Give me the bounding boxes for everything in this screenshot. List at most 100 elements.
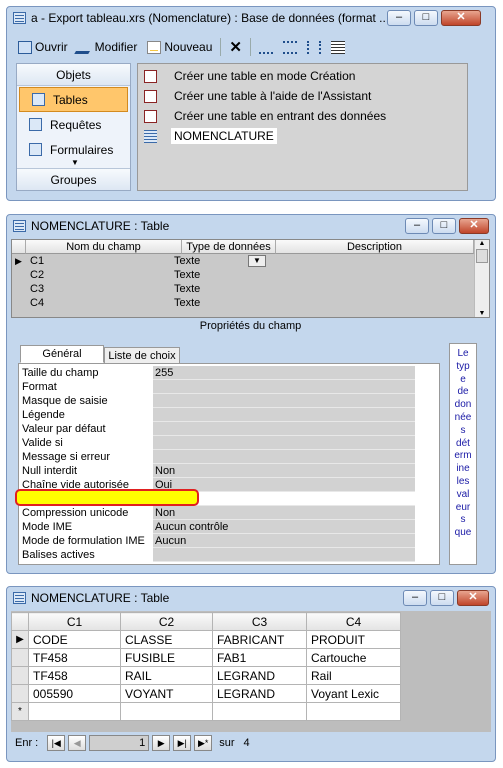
property-row[interactable]: Mode IME Aucun contrôle — [19, 520, 415, 534]
maximize-button[interactable]: □ — [432, 218, 456, 234]
table-row[interactable]: ▶ CODE CLASSE FABRICANT PRODUIT — [11, 630, 401, 649]
maximize-button[interactable]: □ — [414, 10, 438, 26]
close-button[interactable]: ✕ — [441, 10, 481, 26]
first-record-icon[interactable]: |◀ — [47, 735, 66, 751]
property-row[interactable]: Valide si — [19, 436, 415, 450]
table-cell[interactable]: TF458 — [28, 666, 121, 685]
property-value-field[interactable]: Aucun — [153, 534, 415, 548]
table-row[interactable]: TF458 FUSIBLE FAB1 Cartouche — [11, 648, 401, 667]
objects-item-queries[interactable]: Requêtes — [17, 112, 130, 137]
list-item-nomenclature[interactable]: NOMENCLATURE — [138, 126, 467, 146]
table-cell[interactable]: CLASSE — [120, 630, 213, 649]
data-type-cell[interactable]: Texte — [174, 254, 200, 268]
property-value-field[interactable] — [153, 422, 415, 436]
minimize-button[interactable]: – — [387, 10, 411, 26]
list-item-create-entry[interactable]: Créer une table en entrant des données — [138, 106, 467, 126]
table-row[interactable]: 005590 VOYANT LEGRAND Voyant Lexic — [11, 684, 401, 703]
row-selector[interactable] — [11, 684, 29, 703]
column-header-description[interactable]: Description — [276, 240, 474, 254]
property-value-field[interactable] — [153, 548, 415, 562]
property-value-field[interactable] — [153, 408, 415, 422]
current-record-field[interactable]: 1 — [89, 735, 150, 751]
list-view-button[interactable] — [305, 40, 323, 54]
table-row[interactable]: TF458 RAIL LEGRAND Rail — [11, 666, 401, 685]
table-cell[interactable]: LEGRAND — [212, 684, 307, 703]
row-selector[interactable]: ▶ — [11, 630, 29, 649]
objects-item-tables[interactable]: Tables — [19, 87, 128, 112]
property-row[interactable]: Masque de saisie — [19, 394, 415, 408]
maximize-button[interactable]: □ — [430, 590, 454, 606]
property-value-field[interactable] — [153, 450, 415, 464]
list-item-create-wizard[interactable]: Créer une table à l'aide de l'Assistant — [138, 86, 467, 106]
data-type-cell[interactable]: Texte — [174, 296, 200, 310]
field-row[interactable]: ▶ C1 Texte ▼ — [12, 254, 489, 268]
scroll-down-icon[interactable]: ▼ — [71, 158, 79, 167]
small-icons-button[interactable] — [281, 40, 299, 54]
field-row[interactable]: C4 Texte — [12, 296, 489, 310]
field-row[interactable]: C3 Texte — [12, 282, 489, 296]
close-button[interactable]: ✕ — [459, 218, 489, 234]
close-button[interactable]: ✕ — [457, 590, 489, 606]
minimize-button[interactable]: – — [405, 218, 429, 234]
property-value-field[interactable]: Non — [153, 464, 415, 478]
new-record-icon[interactable]: ▶* — [194, 735, 213, 751]
table-cell[interactable] — [120, 702, 213, 721]
property-row[interactable]: Taille du champ 255 — [19, 366, 415, 380]
field-name-cell[interactable]: C4 — [30, 296, 44, 310]
field-name-cell[interactable]: C1 — [30, 254, 44, 268]
select-all-corner[interactable] — [11, 612, 29, 631]
property-value-field[interactable]: 255 — [153, 366, 415, 380]
large-icons-button[interactable] — [257, 41, 275, 54]
field-name-cell[interactable]: C2 — [30, 268, 44, 282]
table-cell[interactable]: Rail — [306, 666, 401, 685]
column-header[interactable]: C3 — [212, 612, 307, 631]
property-row[interactable]: Légende — [19, 408, 415, 422]
column-header[interactable]: C4 — [306, 612, 401, 631]
column-header-field-name[interactable]: Nom du champ — [26, 240, 182, 254]
table-cell[interactable]: TF458 — [28, 648, 121, 667]
table-cell[interactable]: VOYANT — [120, 684, 213, 703]
field-name-cell[interactable]: C3 — [30, 282, 44, 296]
property-row[interactable]: Compression unicode Non — [19, 506, 415, 520]
column-header[interactable]: C2 — [120, 612, 213, 631]
data-type-cell[interactable]: Texte — [174, 282, 200, 296]
minimize-button[interactable]: – — [403, 590, 427, 606]
property-value-field[interactable] — [153, 394, 415, 408]
row-selector[interactable] — [11, 666, 29, 685]
details-view-button[interactable] — [329, 40, 347, 54]
table-cell[interactable]: FUSIBLE — [120, 648, 213, 667]
next-record-icon[interactable]: ▶ — [152, 735, 171, 751]
table-cell[interactable] — [306, 702, 401, 721]
property-value-field[interactable] — [153, 380, 415, 394]
property-row[interactable]: Mode de formulation IME Aucun — [19, 534, 415, 548]
tab-general[interactable]: Général — [20, 345, 104, 363]
new-button[interactable]: Nouveau — [145, 40, 214, 54]
property-value-field[interactable]: Non — [153, 506, 415, 520]
table-cell[interactable] — [28, 702, 121, 721]
property-value-field[interactable]: Aucun contrôle — [153, 520, 415, 534]
table-cell[interactable]: Voyant Lexic — [306, 684, 401, 703]
groups-header[interactable]: Groupes — [17, 168, 130, 190]
table-cell[interactable]: Cartouche — [306, 648, 401, 667]
scroll-up-icon[interactable]: ▲ — [475, 240, 489, 247]
column-header-data-type[interactable]: Type de données — [182, 240, 276, 254]
scroll-down-icon[interactable]: ▼ — [475, 310, 489, 317]
property-row[interactable]: Valeur par défaut — [19, 422, 415, 436]
table-cell[interactable]: FAB1 — [212, 648, 307, 667]
modify-button[interactable]: Modifier — [73, 40, 140, 54]
new-record-row[interactable]: * — [11, 702, 401, 721]
property-row[interactable]: Message si erreur — [19, 450, 415, 464]
property-value-field[interactable] — [153, 436, 415, 450]
table-cell[interactable]: CODE — [28, 630, 121, 649]
list-item-create-design[interactable]: Créer une table en mode Création — [138, 66, 467, 86]
new-record-marker[interactable]: * — [11, 702, 29, 721]
table-cell[interactable]: FABRICANT — [212, 630, 307, 649]
objects-header[interactable]: Objets — [17, 64, 130, 86]
table-cell[interactable]: RAIL — [120, 666, 213, 685]
table-cell[interactable]: PRODUIT — [306, 630, 401, 649]
last-record-icon[interactable]: ▶| — [173, 735, 192, 751]
column-header[interactable]: C1 — [28, 612, 121, 631]
property-row[interactable]: Format — [19, 380, 415, 394]
previous-record-icon[interactable]: ◀ — [68, 735, 87, 751]
table-cell[interactable]: 005590 — [28, 684, 121, 703]
